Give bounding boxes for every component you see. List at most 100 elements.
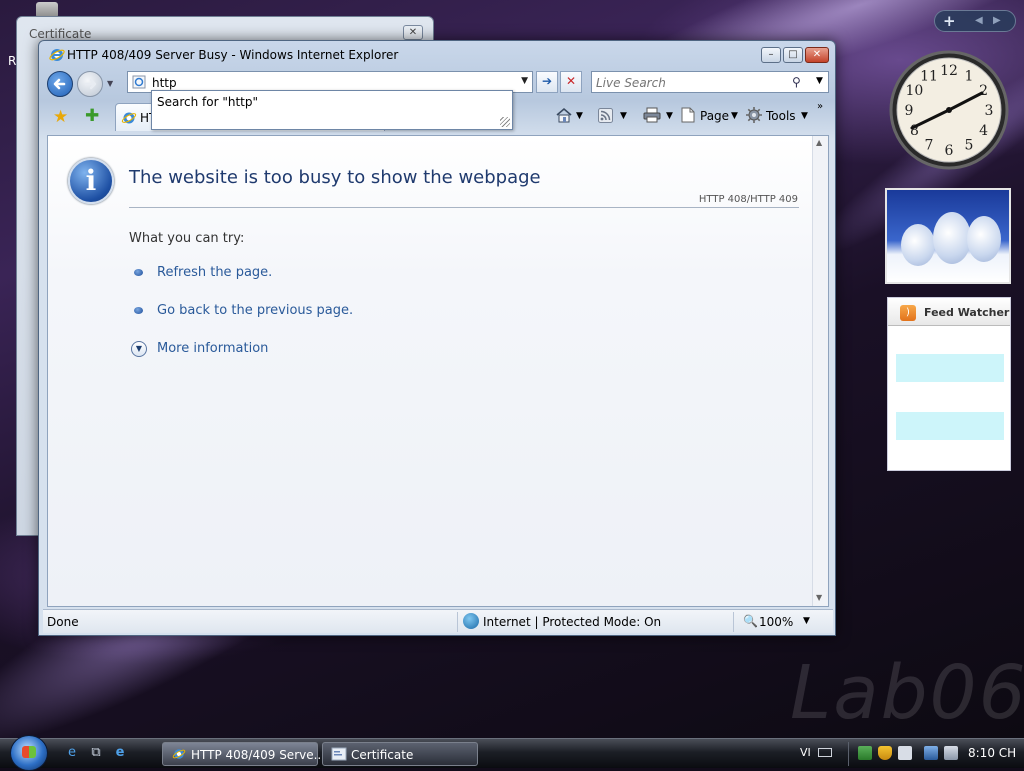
ie-quicklaunch-icon[interactable]: e <box>64 745 80 761</box>
chevron-more-icon[interactable]: » <box>817 101 823 112</box>
keyboard-icon[interactable] <box>818 748 832 757</box>
go-back-link[interactable]: Go back to the previous page. <box>157 303 353 318</box>
minimize-button[interactable]: – <box>761 47 781 63</box>
windows-update-icon[interactable] <box>898 746 912 760</box>
search-options-dropdown[interactable]: ▼ <box>816 76 823 86</box>
address-dropdown[interactable]: ▼ <box>521 76 528 86</box>
slideshow-gadget[interactable] <box>885 188 1011 284</box>
clock-number: 10 <box>905 83 923 99</box>
stop-x-icon: ✕ <box>565 74 577 88</box>
scroll-down-arrow-icon[interactable]: ▼ <box>816 593 822 602</box>
taskbar-item-label: HTTP 408/409 Serve... <box>191 748 326 762</box>
switch-windows-icon[interactable]: ⧉ <box>88 745 104 761</box>
star-icon[interactable]: ★ <box>53 107 68 127</box>
zoom-icon[interactable]: 🔍 <box>743 614 758 628</box>
maximize-button[interactable]: □ <box>783 47 803 63</box>
printer-icon[interactable] <box>643 107 661 123</box>
feed-item[interactable] <box>896 412 1004 440</box>
resize-grip[interactable] <box>500 117 510 127</box>
home-icon[interactable] <box>555 107 573 123</box>
security-zone[interactable]: Internet | Protected Mode: On <box>483 615 661 629</box>
forward-button[interactable] <box>77 71 103 97</box>
page-menu[interactable]: Page <box>700 109 729 123</box>
volume-muted-icon[interactable] <box>944 746 958 760</box>
feed-item[interactable] <box>896 354 1004 382</box>
tools-menu[interactable]: Tools <box>766 109 796 123</box>
divider <box>733 612 734 632</box>
autocomplete-dropdown[interactable]: Search for "http" <box>151 90 513 130</box>
language-indicator[interactable]: VI <box>800 746 811 759</box>
page-menu-icon <box>681 107 695 123</box>
back-button[interactable] <box>47 71 73 97</box>
clock-gadget[interactable]: 12 1234567891011 <box>888 48 1010 172</box>
rss-feed-icon: ) <box>900 305 916 321</box>
globe-icon <box>463 613 479 629</box>
ie-launch-icon[interactable]: e <box>112 745 128 761</box>
add-favorite-icon[interactable]: ✚ <box>85 106 99 126</box>
windows-logo-icon <box>22 746 36 758</box>
search-box[interactable]: ⚲ ▼ <box>591 71 829 93</box>
clock-number: 3 <box>985 103 994 119</box>
start-button[interactable] <box>10 735 48 771</box>
certificate-icon <box>331 747 347 761</box>
recent-pages-dropdown[interactable]: ▼ <box>107 79 113 88</box>
address-input[interactable] <box>152 75 512 91</box>
zoom-level[interactable]: 100% <box>759 615 793 629</box>
network-connection-icon[interactable] <box>924 746 938 760</box>
refresh-link[interactable]: Refresh the page. <box>157 265 272 280</box>
taskbar-item-certificate[interactable]: Certificate <box>322 742 478 766</box>
feed-header: ) Feed Watcher <box>888 298 1010 326</box>
clock-number: 5 <box>965 138 974 154</box>
zoom-dropdown[interactable]: ▼ <box>803 616 810 626</box>
clock-number: 9 <box>905 103 914 119</box>
scroll-up-arrow-icon[interactable]: ▲ <box>816 138 822 147</box>
network-icon[interactable] <box>858 746 872 760</box>
bullet-icon <box>134 307 143 314</box>
clock-number: 2 <box>979 83 988 99</box>
vertical-scrollbar[interactable]: ▲ ▼ <box>812 136 828 606</box>
status-bar: Done Internet | Protected Mode: On 🔍 100… <box>43 609 833 633</box>
close-button[interactable]: ✕ <box>805 47 829 63</box>
next-page-icon[interactable]: ▶ <box>993 15 1001 26</box>
window-title: HTTP 408/409 Server Busy - Windows Inter… <box>67 48 399 62</box>
clock-number: 12 <box>940 63 958 79</box>
taskbar: e ⧉ e HTTP 408/409 Serve... Certificate … <box>0 735 1024 771</box>
stop-button[interactable]: ✕ <box>560 71 582 93</box>
gear-icon <box>746 107 762 123</box>
tools-menu-dropdown[interactable]: ▼ <box>801 111 808 121</box>
taskbar-item-ie[interactable]: HTTP 408/409 Serve... <box>162 742 325 766</box>
sidebar-controls: + ◀ ▶ <box>934 10 1016 32</box>
home-dropdown[interactable]: ▼ <box>576 111 583 121</box>
go-arrow-icon: ➔ <box>541 74 553 88</box>
page-menu-dropdown[interactable]: ▼ <box>731 111 738 121</box>
desktop: Lab06 R Certificate ✕ HTTP 408/409 Serve… <box>0 0 1024 738</box>
search-icon[interactable]: ⚲ <box>792 75 801 89</box>
taskbar-item-label: Certificate <box>351 748 414 762</box>
certificate-close-button[interactable]: ✕ <box>403 25 423 40</box>
divider <box>848 742 849 766</box>
go-button[interactable]: ➔ <box>536 71 558 93</box>
feed-watcher-gadget[interactable]: ) Feed Watcher <box>887 297 1011 471</box>
desktop-watermark: Lab06 <box>790 650 1024 736</box>
add-gadget-icon[interactable]: + <box>943 12 956 30</box>
divider <box>129 207 799 208</box>
security-shield-icon[interactable] <box>878 746 892 760</box>
more-information-link[interactable]: More information <box>157 341 268 356</box>
snowy-tree <box>901 224 935 266</box>
snowy-tree <box>933 212 971 264</box>
expand-chevron-icon[interactable]: ▼ <box>131 341 147 357</box>
snowy-tree <box>967 216 1001 262</box>
previous-page-icon[interactable]: ◀ <box>975 15 983 26</box>
clock-number: 11 <box>920 68 938 84</box>
autocomplete-suggestion[interactable]: Search for "http" <box>157 95 258 109</box>
taskbar-clock[interactable]: 8:10 CH <box>968 746 1016 760</box>
print-dropdown[interactable]: ▼ <box>666 111 673 121</box>
clock-number: 4 <box>979 123 988 139</box>
rss-feed-icon[interactable] <box>598 108 613 123</box>
ie-logo-icon <box>49 49 65 61</box>
feeds-dropdown[interactable]: ▼ <box>620 111 627 121</box>
divider <box>457 612 458 632</box>
ie-window[interactable]: HTTP 408/409 Server Busy - Windows Inter… <box>38 40 836 636</box>
search-input[interactable] <box>596 75 786 91</box>
error-code: HTTP 408/HTTP 409 <box>698 194 798 205</box>
